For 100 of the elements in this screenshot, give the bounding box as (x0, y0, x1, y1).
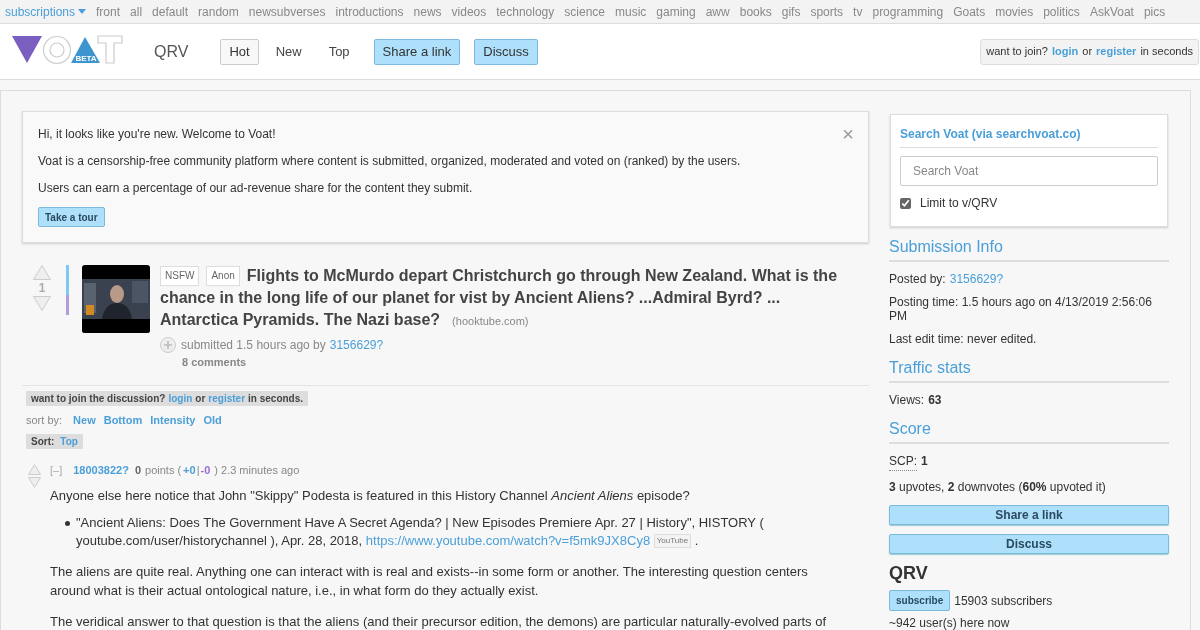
nav-link[interactable]: technology (496, 2, 555, 21)
vote-summary: 3 upvotes, 2 downvotes (60% upvoted it) (889, 479, 1107, 496)
separator-text: | (196, 463, 200, 478)
citation-text: "Ancient Aliens: Does The Government Have A Secret Agenda? | New Episodes Premiere Apr. 27 | History", HISTORY ( youtube.com/user/historychannel ), Apr. 28, 2018, https://www.youtube.com/watch?v=f5mk9JX8Cy8 YouTube . (76, 513, 765, 550)
comment-text: The veridical answer to that question is that the aliens (and their precursor edition, the demons) are particular naturally-evolved parts of (50, 612, 828, 630)
nav-link[interactable]: music (615, 2, 647, 21)
scp-label: SCP: (889, 452, 917, 471)
caret-icon (78, 9, 87, 14)
comment-time: ) 2.3 minutes ago (214, 463, 300, 478)
login-link[interactable]: login (1052, 43, 1079, 60)
subscriptions-menu[interactable]: subscriptions (5, 2, 87, 21)
downvote-icon[interactable] (27, 477, 41, 488)
author-link[interactable]: 3156629? (329, 336, 384, 354)
nav-link[interactable]: movies (995, 2, 1034, 21)
nav-link[interactable]: books (739, 2, 772, 21)
nav-link[interactable]: newsubverses (248, 2, 326, 21)
video-link[interactable]: https://www.youtube.com/watch?v=f5mk9JX8Cy8 (365, 532, 651, 548)
sort-link[interactable]: Intensity (150, 411, 196, 428)
join-text: want to join the discussion? (31, 391, 166, 406)
register-link[interactable]: register (1096, 43, 1137, 60)
author-link[interactable]: 3156629? (949, 270, 1004, 288)
section-heading: Score (889, 417, 1169, 444)
current-sort-link[interactable]: Top (60, 434, 78, 449)
nav-link[interactable]: pics (1143, 2, 1166, 21)
action-button[interactable]: Share a link (889, 505, 1169, 525)
sort-tab[interactable]: Hot (220, 38, 259, 65)
checkbox-label: Limit to v/QRV (920, 195, 998, 212)
downvote-icon[interactable] (33, 296, 51, 311)
posted-by-label: Posted by: (889, 271, 946, 288)
tour-button[interactable]: Take a tour (38, 207, 105, 227)
nav-link[interactable]: science (564, 2, 605, 21)
sort-link[interactable]: New (73, 411, 96, 428)
join-text: or (1082, 44, 1093, 60)
online-count: ~942 user(s) here now (889, 615, 1011, 630)
limit-checkbox[interactable] (900, 197, 911, 209)
register-link[interactable]: register (208, 390, 246, 406)
welcome-text: Voat is a censorship-free community platform where content is submitted, organized, moderated and voted on (ranked) by the users. (38, 154, 741, 169)
vote-ratio-bar (66, 265, 69, 315)
sort-link[interactable]: Old (203, 411, 222, 428)
nav-link[interactable]: aww (705, 2, 730, 21)
sort-tab[interactable]: Top (318, 38, 360, 65)
nav-link[interactable]: sports (810, 2, 844, 21)
subscriber-count: 15903 subscribers (954, 592, 1053, 610)
views-label: Views: (889, 392, 925, 409)
nav-link[interactable]: politics (1043, 2, 1080, 21)
submitted-text: submitted 1.5 hours ago by (181, 337, 326, 354)
expand-icon[interactable] (160, 337, 176, 353)
welcome-text: Users can earn a percentage of our ad-revenue share for the content they submit. (38, 181, 473, 196)
nav-link[interactable]: AskVoat (1089, 2, 1134, 21)
nav-link[interactable]: random (198, 2, 239, 21)
nav-link[interactable]: gaming (656, 2, 696, 21)
sort-link[interactable]: Bottom (103, 411, 143, 428)
views-count: 63 (928, 392, 942, 409)
upvote-icon[interactable] (33, 265, 51, 280)
sort-label: Sort: (31, 435, 55, 449)
post-domain[interactable]: (hooktube.com) (452, 315, 529, 327)
comment-text: Anyone else here notice that John "Skippy" Podesta is featured in this History Channel Ancient Aliens episode? (50, 486, 691, 505)
nav-link[interactable]: Goats (953, 2, 986, 21)
comment-points: 0 (134, 463, 142, 478)
posting-time: Posting time: 1.5 hours ago on 4/13/2019 2:56:06 PM (889, 295, 1153, 323)
join-text: want to join? (986, 44, 1048, 60)
comment-text: The aliens are quite real. Anything one can interact with is real and exists--in some form or another. The interesting question centers around what is their actual ontological nature, i.e., in what form do they actually exist. (50, 562, 809, 600)
nav-link[interactable]: gifs (781, 2, 801, 21)
action-button[interactable]: Share a link (373, 38, 461, 65)
action-button[interactable]: Discuss (889, 534, 1169, 554)
section-heading: Submission Info (889, 235, 1169, 262)
post-title[interactable]: NSFW Anon Flights to McMurdo depart Christchurch go through New Zealand. What is the chance in the long life of our planet for vist by Ancient Aliens? ...Admiral Byrd? ... Antarctica Pyramids. The Nazi base? (hooktube.com) (160, 265, 849, 332)
search-field[interactable]: Search Voat (900, 156, 1158, 186)
action-button[interactable]: Discuss (474, 38, 538, 65)
nav-link[interactable]: tv (853, 2, 863, 21)
subverse-title: QRV (889, 562, 929, 584)
subverse-name[interactable]: QRV (154, 39, 189, 64)
collapse-toggle[interactable]: [–] (50, 462, 63, 479)
scp-value: 1 (921, 453, 928, 470)
comment-author[interactable]: 18003822? (73, 462, 129, 479)
score-count: 1 (38, 280, 46, 296)
sort-label: sort by: (26, 412, 63, 428)
comments-link[interactable]: 8 comments (182, 354, 849, 371)
nav-link[interactable]: news (413, 2, 442, 21)
join-text: or (195, 391, 206, 406)
nav-link[interactable]: introductions (335, 2, 404, 21)
search-title: Search Voat (via searchvoat.co) (900, 125, 1158, 148)
upvote-icon[interactable] (27, 464, 41, 475)
source-badge: YouTube (653, 533, 692, 548)
sort-tab[interactable]: New (265, 38, 312, 65)
beta-label: BETA (74, 54, 98, 63)
nav-link[interactable]: default (152, 2, 189, 21)
voat-logo[interactable]: BETA (12, 34, 124, 65)
nav-link[interactable]: programming (872, 2, 944, 21)
subscribe-button[interactable]: subscribe (889, 590, 951, 611)
nav-link[interactable]: front (96, 2, 121, 21)
nav-link[interactable]: all (130, 2, 143, 21)
close-button[interactable]: × (842, 124, 854, 144)
points-label: points ( (145, 463, 182, 478)
upvote-count: +0 (183, 463, 196, 478)
section-heading: Traffic stats (889, 356, 1169, 383)
welcome-text: Hi, it looks like you're new. Welcome to Voat! (38, 127, 276, 142)
nav-link[interactable]: videos (451, 2, 487, 21)
login-link[interactable]: login (168, 390, 193, 406)
downvote-count: -0 (200, 463, 211, 478)
